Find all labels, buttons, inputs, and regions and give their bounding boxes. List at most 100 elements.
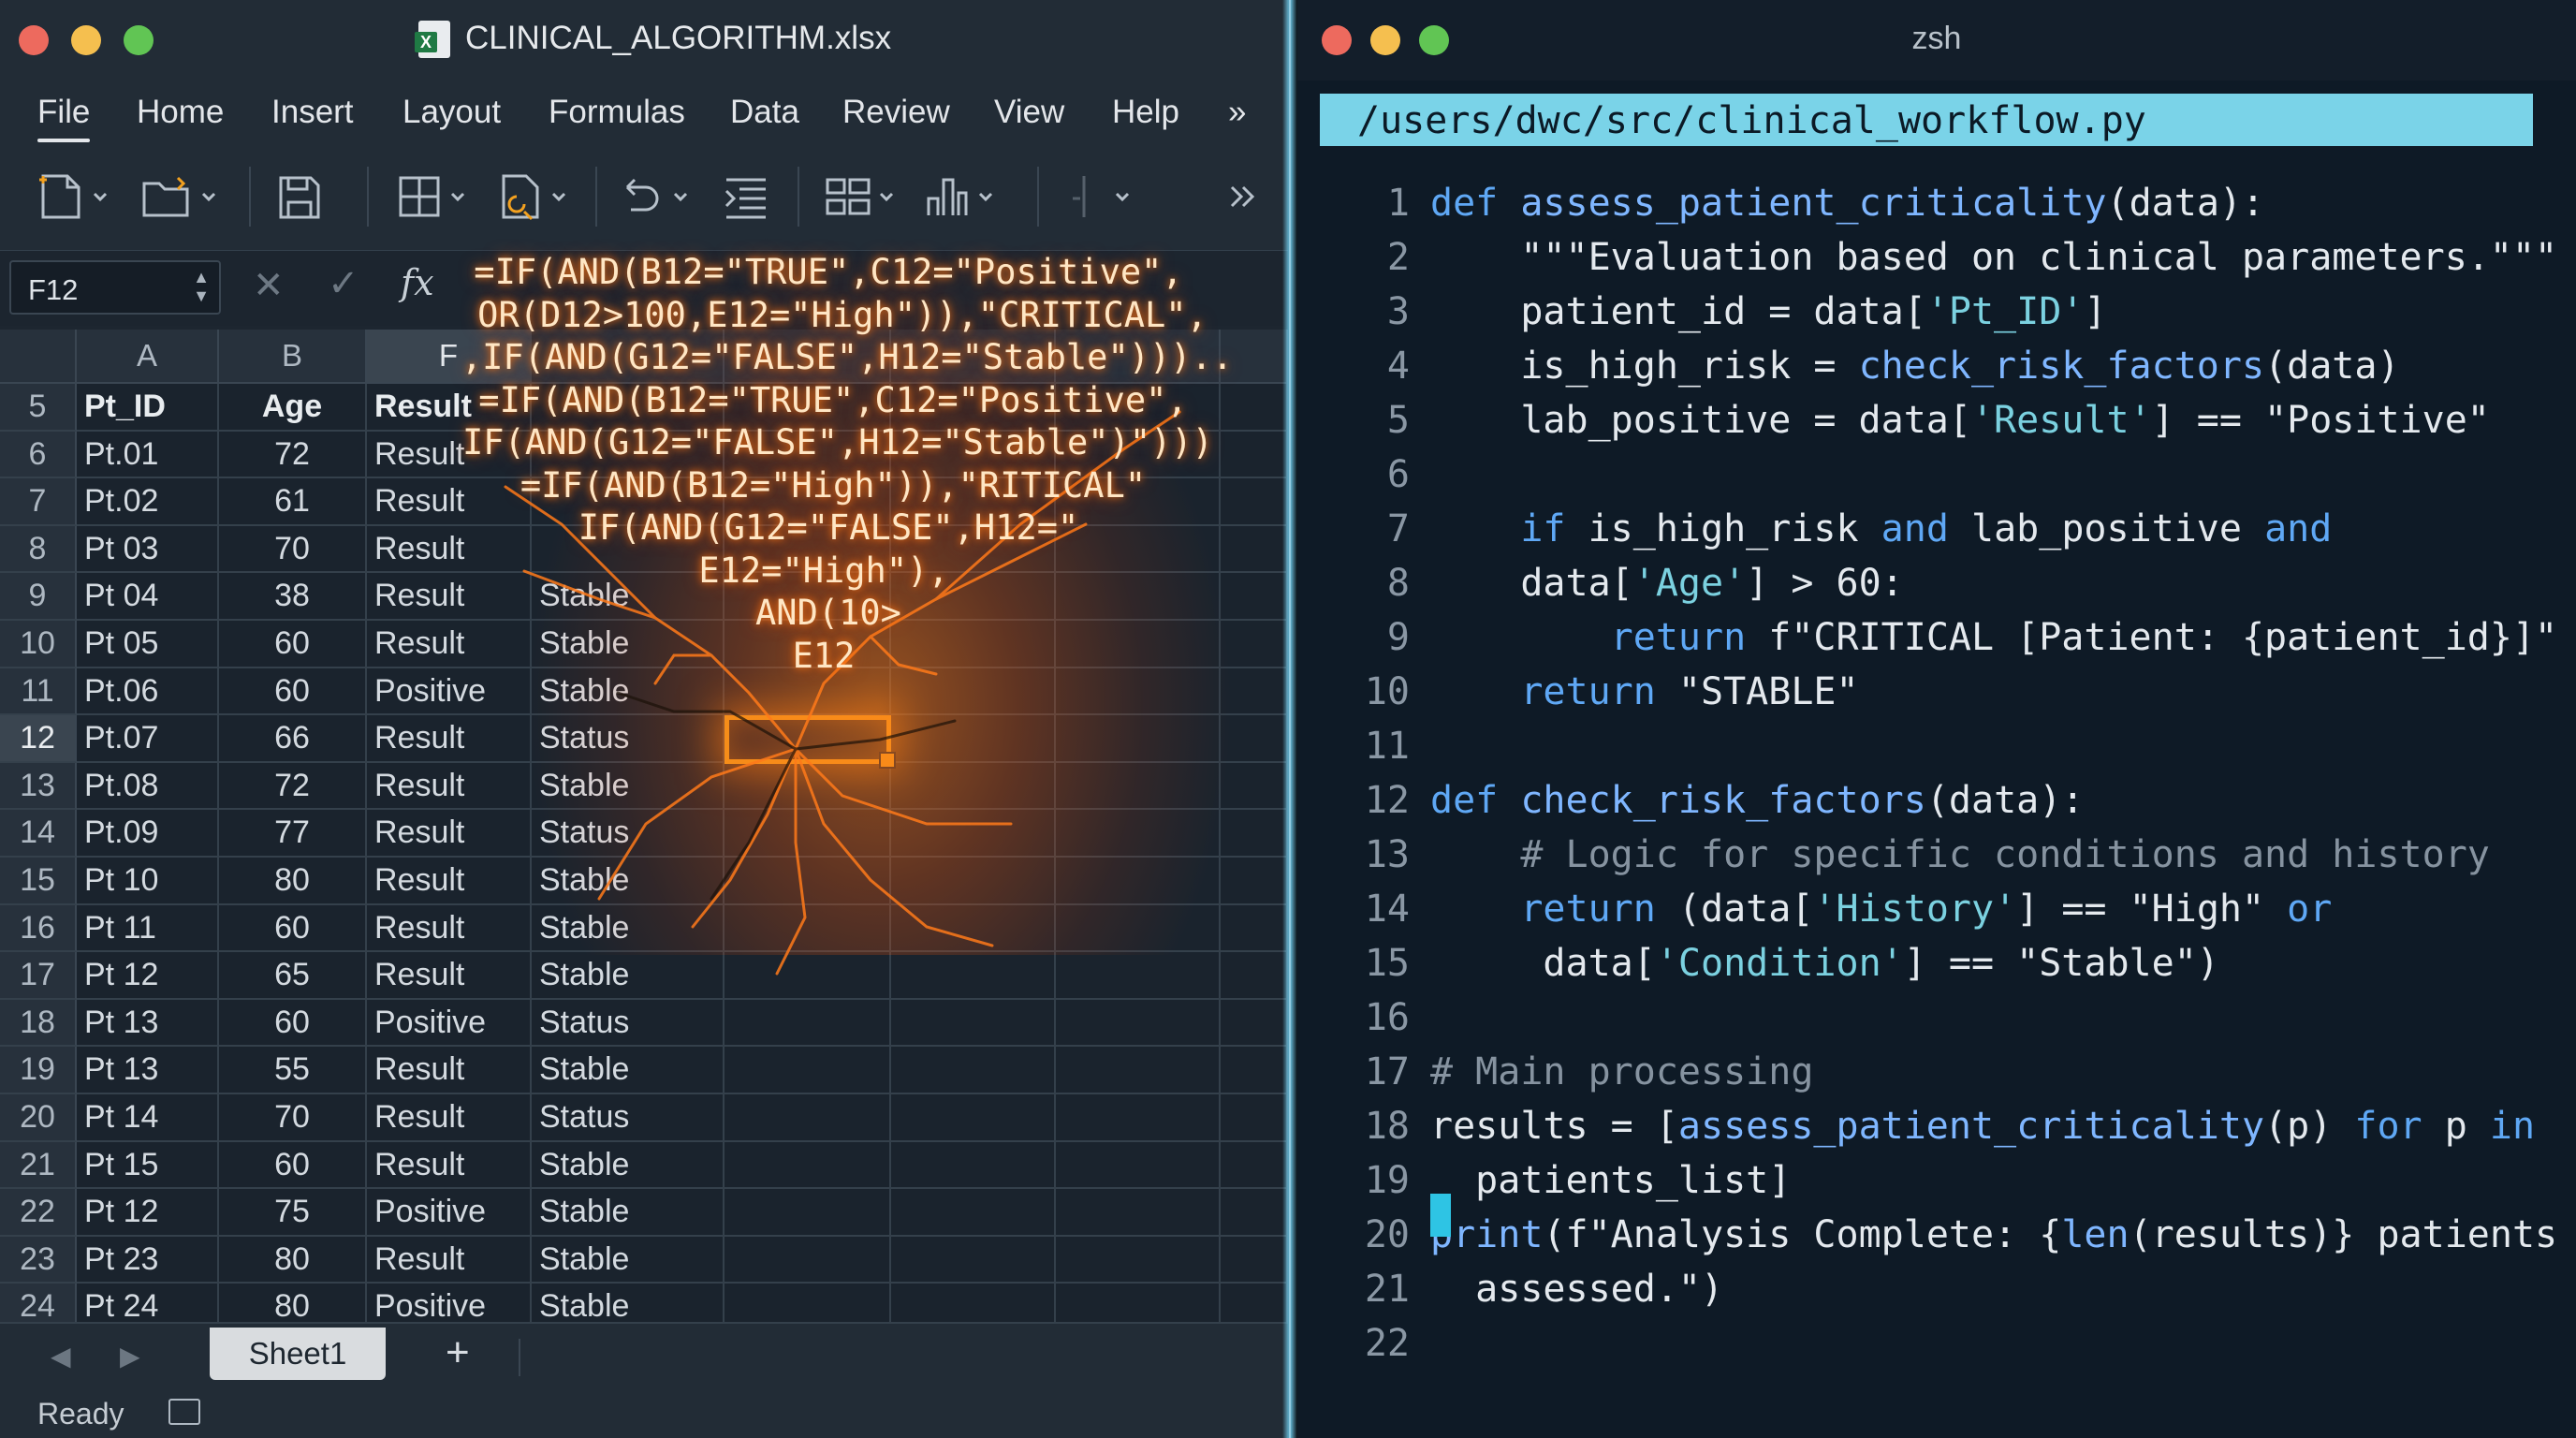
tab-formulas[interactable]: Formulas — [549, 94, 685, 131]
row-header[interactable]: 21 — [0, 1141, 77, 1190]
row-header[interactable]: 10 — [0, 621, 77, 668]
table-cell[interactable] — [891, 1141, 1056, 1190]
row-header[interactable]: 5 — [0, 384, 77, 432]
table-cell[interactable]: 80 — [219, 858, 367, 905]
table-cell[interactable]: Pt 14 — [77, 1094, 219, 1142]
table-cell[interactable] — [724, 1141, 891, 1190]
add-sheet-button[interactable]: + — [446, 1329, 470, 1376]
table-cell[interactable]: Status — [532, 810, 724, 858]
table-cell[interactable] — [891, 1047, 1056, 1094]
table-cell[interactable] — [1221, 858, 1288, 905]
table-cell[interactable]: Stable — [532, 858, 724, 905]
table-cell[interactable] — [724, 1094, 891, 1142]
table-cell[interactable] — [891, 952, 1056, 1000]
tab-file[interactable]: File — [37, 94, 91, 142]
header-cell[interactable]: Pt_ID — [77, 384, 219, 432]
table-cell[interactable] — [1056, 952, 1221, 1000]
table-cell[interactable]: Positive — [367, 999, 532, 1048]
table-cell[interactable]: Pt.07 — [77, 715, 219, 763]
table-cell[interactable]: Result — [367, 762, 532, 811]
column-header-b[interactable]: B — [219, 330, 367, 384]
zoom-window-button[interactable] — [124, 25, 154, 55]
table-cell[interactable] — [1056, 1141, 1221, 1190]
table-cell[interactable] — [1221, 762, 1288, 811]
table-cell[interactable] — [1221, 715, 1288, 763]
table-cell[interactable]: 60 — [219, 999, 367, 1048]
table-cell[interactable]: 66 — [219, 715, 367, 763]
table-cell[interactable] — [1056, 904, 1221, 953]
table-cell[interactable] — [891, 999, 1056, 1048]
row-header[interactable]: 7 — [0, 478, 77, 526]
row-header[interactable]: 20 — [0, 1094, 77, 1142]
table-cell[interactable]: Pt 12 — [77, 1189, 219, 1237]
table-cell[interactable] — [891, 858, 1056, 905]
table-cell[interactable]: 72 — [219, 762, 367, 811]
table-cell[interactable] — [1221, 952, 1288, 1000]
borders-button[interactable] — [395, 169, 466, 225]
table-cell[interactable]: Stable — [532, 1189, 724, 1237]
table-cell[interactable]: 60 — [219, 621, 367, 668]
table-cell[interactable]: Pt 11 — [77, 904, 219, 953]
tab-home[interactable]: Home — [137, 94, 224, 131]
next-sheet-icon[interactable]: ▶ — [120, 1341, 140, 1372]
table-cell[interactable]: Pt.02 — [77, 478, 219, 526]
row-header[interactable]: 22 — [0, 1189, 77, 1237]
table-cell[interactable] — [1221, 1094, 1288, 1142]
row-header[interactable]: 13 — [0, 762, 77, 811]
header-cell[interactable]: Age — [219, 384, 367, 432]
table-cell[interactable] — [724, 858, 891, 905]
insert-chart-button[interactable] — [496, 169, 567, 225]
table-cell[interactable]: 65 — [219, 952, 367, 1000]
table-cell[interactable] — [724, 810, 891, 858]
table-cell[interactable]: 80 — [219, 1236, 367, 1284]
name-box[interactable]: F12 ▲ ▼ — [9, 260, 221, 315]
tab-help[interactable]: Help — [1112, 94, 1179, 131]
table-cell[interactable]: Result — [367, 858, 532, 905]
table-cell[interactable] — [891, 904, 1056, 953]
table-cell[interactable]: 60 — [219, 1141, 367, 1190]
row-header[interactable]: 8 — [0, 525, 77, 574]
row-header[interactable]: 9 — [0, 573, 77, 621]
row-header[interactable]: 23 — [0, 1236, 77, 1284]
row-header[interactable]: 18 — [0, 999, 77, 1048]
chart-button[interactable] — [923, 169, 994, 225]
table-cell[interactable]: Status — [532, 1094, 724, 1142]
table-cell[interactable]: Result — [367, 952, 532, 1000]
table-cell[interactable] — [1221, 1189, 1288, 1237]
table-cell[interactable] — [1221, 1047, 1288, 1094]
table-cell[interactable]: 38 — [219, 573, 367, 621]
table-cell[interactable] — [724, 904, 891, 953]
table-cell[interactable] — [1056, 1189, 1221, 1237]
table-cell[interactable] — [724, 999, 891, 1048]
new-document-button[interactable] — [36, 169, 109, 225]
table-cell[interactable]: Status — [532, 715, 724, 763]
table-cell[interactable]: 61 — [219, 478, 367, 526]
close-window-button[interactable] — [19, 25, 49, 55]
row-header[interactable]: 12 — [0, 715, 77, 763]
table-cell[interactable]: Pt 12 — [77, 952, 219, 1000]
table-cell[interactable] — [1056, 715, 1221, 763]
table-cell[interactable]: Result — [367, 904, 532, 953]
table-cell[interactable] — [891, 1189, 1056, 1237]
tab-view[interactable]: View — [994, 94, 1064, 131]
table-cell[interactable]: Pt.06 — [77, 668, 219, 716]
minimize-window-button[interactable] — [71, 25, 101, 55]
table-cell[interactable]: Pt 13 — [77, 1047, 219, 1094]
table-cell[interactable] — [1056, 999, 1221, 1048]
table-cell[interactable]: Stable — [532, 952, 724, 1000]
table-cell[interactable]: 70 — [219, 525, 367, 574]
sheet-tab-sheet1[interactable]: Sheet1 — [210, 1328, 386, 1380]
confirm-entry-icon[interactable]: ✓ — [328, 262, 359, 305]
table-cell[interactable]: 72 — [219, 431, 367, 479]
open-folder-button[interactable] — [140, 169, 217, 225]
table-cell[interactable] — [724, 762, 891, 811]
table-cell[interactable] — [724, 952, 891, 1000]
table-cell[interactable]: Status — [532, 999, 724, 1048]
table-cell[interactable]: Result — [367, 810, 532, 858]
table-cell[interactable] — [1221, 1236, 1288, 1284]
table-cell[interactable]: Pt 03 — [77, 525, 219, 574]
table-cell[interactable] — [1221, 999, 1288, 1048]
previous-sheet-icon[interactable]: ◀ — [51, 1341, 71, 1372]
table-cell[interactable]: Stable — [532, 1047, 724, 1094]
row-header[interactable]: 17 — [0, 952, 77, 1000]
